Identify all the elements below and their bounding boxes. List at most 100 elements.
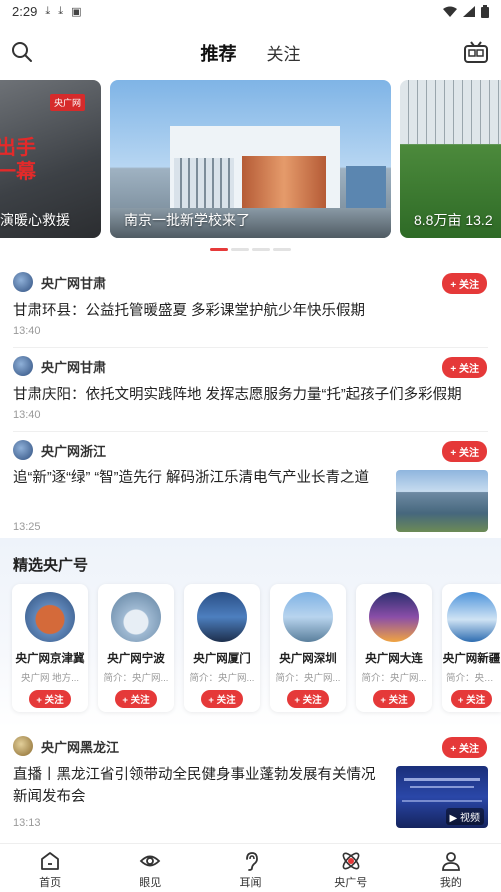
news-time: 13:13	[13, 817, 41, 829]
author-name[interactable]: 央广网黑龙江	[41, 737, 119, 756]
account-card[interactable]: 央广网宁波 简介：央广网... + 关注	[98, 584, 174, 712]
tab-recommend[interactable]: 推荐	[201, 40, 237, 66]
follow-button[interactable]: + 关注	[442, 441, 487, 462]
account-name: 央广网京津冀	[15, 653, 85, 665]
featured-accounts-section: 精选央广号 央广网京津冀 央广网 地方... + 关注 央广网宁波 简介：央广网…	[0, 538, 501, 728]
section-title: 精选央广号	[13, 557, 89, 574]
nav-home[interactable]: 首页	[0, 844, 100, 892]
author-name[interactable]: 央广网浙江	[41, 441, 106, 460]
top-header: 推荐 关注	[0, 28, 501, 78]
account-card[interactable]: 央广网深圳 简介：央广网... + 关注	[270, 584, 346, 712]
banner-caption: 南京一批新学校来了	[124, 212, 250, 228]
account-name: 央广网厦门	[193, 653, 251, 665]
banner-caption: 演暖心救援	[0, 212, 70, 228]
account-name: 央广网深圳	[279, 653, 337, 665]
app-notification-icon: ▣	[71, 5, 82, 18]
banner-slide[interactable]: 8.8万亩 13.2	[400, 80, 501, 238]
tab-following[interactable]: 关注	[267, 40, 301, 66]
carousel-dot-active	[210, 248, 228, 251]
avatar[interactable]	[13, 272, 33, 292]
download-icon: ⤓	[58, 4, 64, 17]
signal-icon	[463, 5, 475, 17]
follow-button[interactable]: + 关注	[442, 273, 487, 294]
account-card[interactable]: 央广网大连 简介：央广网... + 关注	[356, 584, 432, 712]
news-title[interactable]: 甘肃环县：公益托管暖盛夏 多彩课堂护航少年快乐假期	[13, 300, 365, 322]
carousel-dot	[252, 248, 270, 251]
battery-icon	[481, 4, 489, 18]
avatar[interactable]	[13, 736, 33, 756]
news-thumbnail[interactable]: ▶ 视频	[396, 766, 488, 828]
account-desc: 简介：央广网...	[446, 673, 501, 684]
home-icon	[41, 852, 59, 870]
news-time: 13:25	[13, 521, 41, 533]
account-name: 央广网大连	[365, 653, 423, 665]
news-item[interactable]: 央广网甘肃 + 关注 甘肃环县：公益托管暖盛夏 多彩课堂护航少年快乐假期 13:…	[0, 272, 501, 348]
follow-button[interactable]: + 关注	[442, 737, 487, 758]
nav-accounts[interactable]: 央广号	[301, 844, 401, 892]
follow-button[interactable]: + 关注	[287, 690, 329, 708]
account-desc: 简介：央广网...	[189, 673, 255, 684]
carousel-indicator	[0, 248, 501, 251]
account-name: 央广网宁波	[107, 653, 165, 665]
video-label: 视频	[460, 813, 480, 824]
account-desc: 简介：央广网...	[275, 673, 341, 684]
account-card[interactable]: 央广网新疆 简介：央广网... + 关注	[442, 584, 501, 712]
nav-label: 首页	[39, 877, 62, 889]
nav-listen[interactable]: 耳闻	[200, 844, 300, 892]
status-bar: 2:29 ⤓ ⤓ ▣	[0, 0, 501, 22]
author-name[interactable]: 央广网甘肃	[41, 357, 106, 376]
news-thumbnail[interactable]	[396, 470, 488, 532]
banner-badge: 央广网	[49, 94, 85, 111]
account-card[interactable]: 央广网厦门 简介：央广网... + 关注	[184, 584, 260, 712]
tv-icon[interactable]	[463, 40, 489, 66]
news-item[interactable]: 央广网甘肃 + 关注 甘肃庆阳：依托文明实践阵地 发挥志愿服务力量“托”起孩子们…	[0, 356, 501, 432]
nav-label: 耳闻	[239, 877, 262, 889]
news-title[interactable]: 甘肃庆阳：依托文明实践阵地 发挥志愿服务力量“托”起孩子们多彩假期	[13, 384, 462, 406]
atom-icon	[342, 852, 360, 870]
video-icon: ▶	[449, 813, 458, 824]
follow-button[interactable]: + 关注	[442, 357, 487, 378]
banner-slide[interactable]: 出手 一幕 央广网 演暖心救援	[0, 80, 101, 238]
account-card[interactable]: 央广网京津冀 央广网 地方... + 关注	[12, 584, 88, 712]
user-icon	[442, 852, 460, 871]
banner-carousel[interactable]: 出手 一幕 央广网 演暖心救援 南京一批新学校来了 8.8万亩 13.2	[0, 80, 501, 240]
account-desc: 简介：央广网...	[103, 673, 169, 684]
news-title[interactable]: 直播丨黑龙江省引领带动全民健身事业蓬勃发展有关情况新闻发布会	[13, 764, 383, 808]
account-avatar	[283, 592, 333, 642]
avatar[interactable]	[13, 440, 33, 460]
follow-button[interactable]: + 关注	[373, 690, 415, 708]
divider	[13, 347, 488, 348]
wifi-icon	[443, 6, 457, 17]
ear-icon	[245, 852, 258, 871]
nav-watch[interactable]: 眼见	[100, 844, 200, 892]
banner-overlay-text: 出手 一幕	[0, 137, 36, 183]
follow-button[interactable]: + 关注	[29, 690, 71, 708]
account-avatar	[25, 592, 75, 642]
news-title[interactable]: 追“新”逐“绿” “智”造先行 解码浙江乐清电气产业长青之道	[13, 467, 383, 489]
eye-icon	[140, 855, 161, 867]
account-avatar	[111, 592, 161, 642]
carousel-dot	[273, 248, 291, 251]
author-name[interactable]: 央广网甘肃	[41, 273, 106, 292]
follow-button[interactable]: + 关注	[450, 690, 493, 708]
follow-button[interactable]: + 关注	[201, 690, 243, 708]
avatar[interactable]	[13, 356, 33, 376]
nav-label: 我的	[439, 877, 462, 889]
status-time: 2:29	[12, 3, 38, 19]
nav-label: 眼见	[139, 877, 162, 889]
account-desc: 央广网 地方...	[20, 673, 80, 684]
account-name: 央广网新疆	[442, 653, 501, 665]
banner-caption: 8.8万亩 13.2	[414, 212, 493, 228]
news-time: 13:40	[13, 409, 41, 421]
news-item[interactable]: 央广网黑龙江 + 关注 直播丨黑龙江省引领带动全民健身事业蓬勃发展有关情况新闻发…	[0, 736, 501, 836]
account-desc: 简介：央广网...	[361, 673, 427, 684]
download-icon: ⤓	[45, 4, 51, 17]
follow-button[interactable]: + 关注	[115, 690, 157, 708]
news-item[interactable]: 央广网浙江 + 关注 追“新”逐“绿” “智”造先行 解码浙江乐清电气产业长青之…	[0, 440, 501, 536]
account-avatar	[197, 592, 247, 642]
account-avatar	[446, 592, 497, 642]
nav-profile[interactable]: 我的	[401, 844, 501, 892]
account-avatar	[369, 592, 419, 642]
bottom-navigation: 首页 眼见 耳闻 央广号 我的	[0, 843, 501, 892]
banner-slide[interactable]: 南京一批新学校来了	[110, 80, 391, 238]
